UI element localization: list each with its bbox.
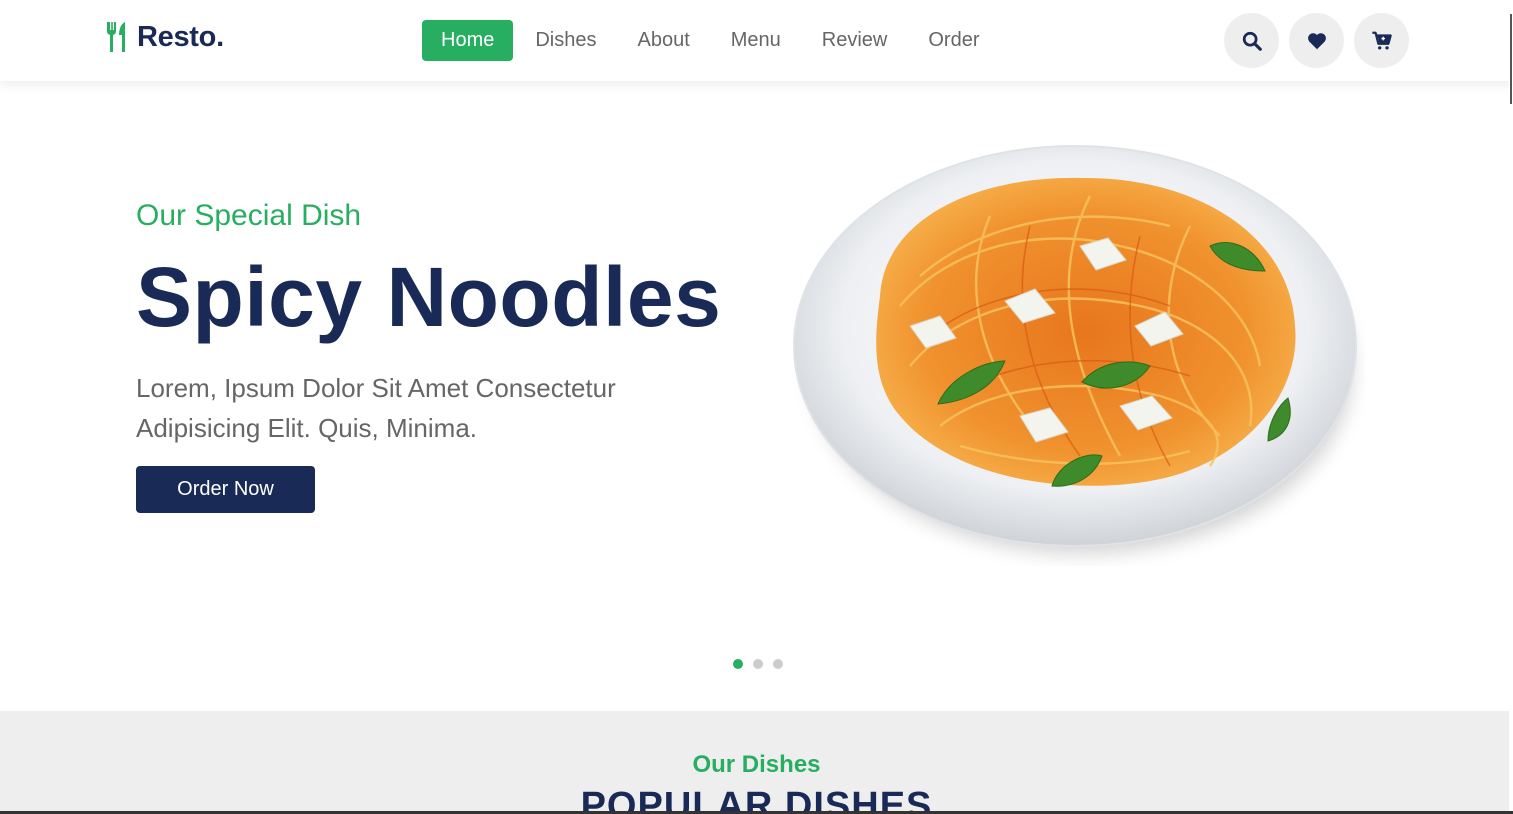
- cart-icon: [1371, 31, 1392, 50]
- hero-subtitle: Our Special Dish: [136, 199, 362, 232]
- nav-link-menu[interactable]: Menu: [712, 20, 800, 61]
- nav-link-dishes[interactable]: Dishes: [516, 20, 615, 61]
- nav-link-about[interactable]: About: [619, 20, 709, 61]
- dishes-section: Our Dishes POPULAR DISHES: [0, 711, 1509, 814]
- slider-dot-3[interactable]: [773, 659, 783, 669]
- logo-text: Resto.: [137, 20, 224, 53]
- site-header: Resto. Home Dishes About Menu Review Ord…: [0, 0, 1513, 81]
- main-nav: Home Dishes About Menu Review Order: [422, 20, 1002, 61]
- slider-dot-2[interactable]: [753, 659, 763, 669]
- hero-slider: Our Special Dish Spicy Noodles Lorem, Ip…: [0, 81, 1509, 711]
- hero-description: Lorem, Ipsum Dolor Sit Amet Consectetur …: [136, 373, 616, 443]
- nav-link-review[interactable]: Review: [803, 20, 907, 61]
- slider-pagination: [733, 659, 793, 669]
- dishes-title: POPULAR DISHES: [580, 785, 933, 814]
- noodles-dish-image: [793, 145, 1357, 553]
- cart-button[interactable]: [1354, 13, 1409, 68]
- logo[interactable]: Resto.: [105, 20, 224, 54]
- scrollbar-track[interactable]: [1509, 0, 1513, 814]
- order-now-button[interactable]: Order Now: [136, 466, 315, 513]
- hero-title: Spicy Noodles: [136, 250, 722, 344]
- utensils-icon: [106, 22, 125, 52]
- heart-icon: [1307, 32, 1326, 49]
- favorites-button[interactable]: [1289, 13, 1344, 68]
- search-button[interactable]: [1224, 13, 1279, 68]
- nav-link-order[interactable]: Order: [909, 20, 998, 61]
- search-icon: [1242, 31, 1262, 51]
- header-icons: [1224, 13, 1419, 68]
- dishes-subtitle: Our Dishes: [692, 751, 821, 778]
- nav-link-home[interactable]: Home: [422, 20, 514, 61]
- slider-dot-1[interactable]: [733, 659, 743, 669]
- scrollbar-thumb[interactable]: [1510, 14, 1512, 104]
